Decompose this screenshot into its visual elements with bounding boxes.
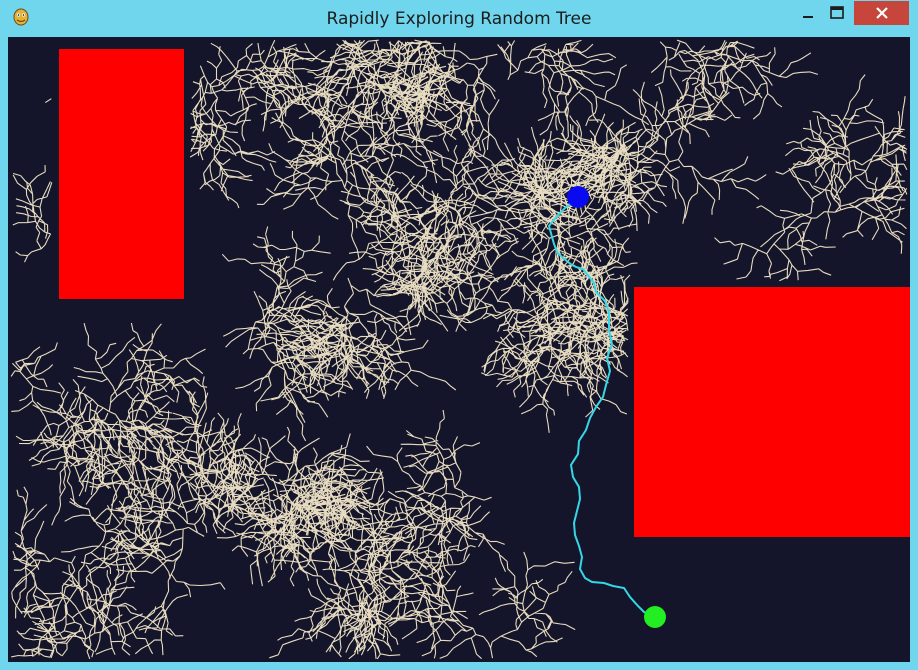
title-bar: Rapidly Exploring Random Tree bbox=[0, 0, 918, 37]
close-button[interactable] bbox=[854, 1, 909, 25]
goal-marker bbox=[567, 186, 589, 208]
close-icon bbox=[875, 7, 888, 19]
minimize-icon bbox=[803, 16, 813, 18]
start-marker bbox=[644, 606, 666, 628]
window-title: Rapidly Exploring Random Tree bbox=[326, 9, 592, 29]
rrt-canvas[interactable] bbox=[8, 37, 910, 662]
maximize-button[interactable] bbox=[822, 1, 852, 25]
obstacle-right bbox=[634, 287, 910, 537]
obstacle-top-left bbox=[59, 49, 184, 299]
rrt-scene bbox=[10, 39, 910, 660]
maximize-icon bbox=[830, 6, 844, 19]
minimize-button[interactable] bbox=[794, 1, 822, 25]
